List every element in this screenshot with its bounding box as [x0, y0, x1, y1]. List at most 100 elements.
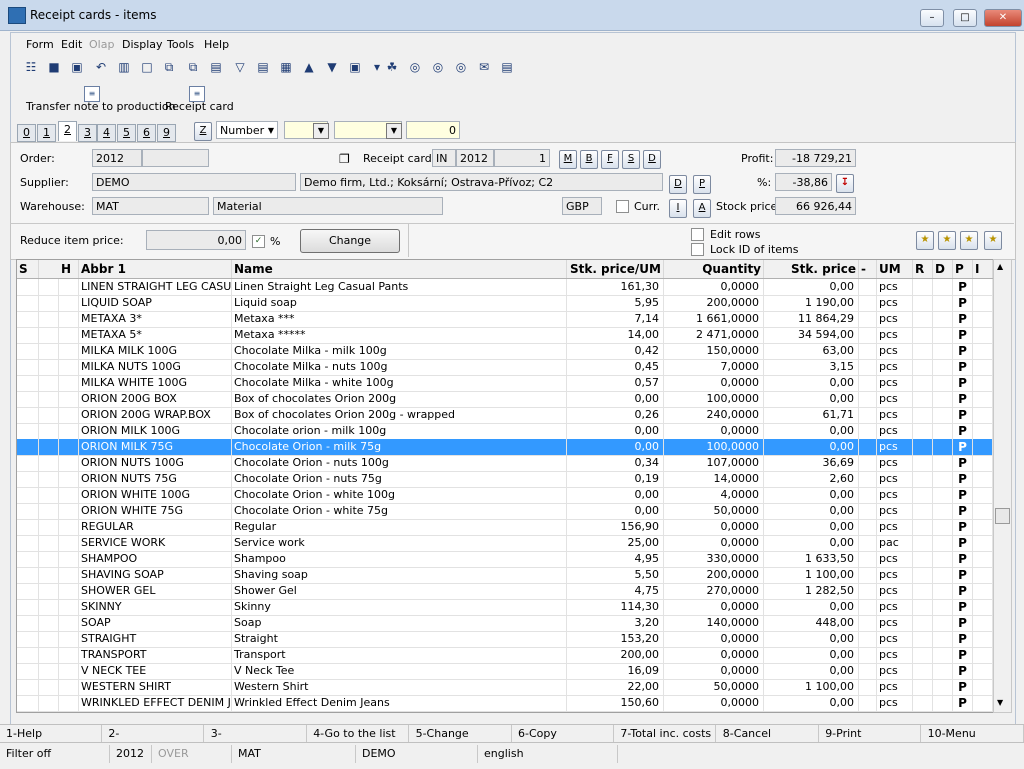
save-icon[interactable]: ■ — [45, 58, 63, 76]
table-row[interactable]: ORION 200G WRAP.BOX Box of chocolates Ori… — [17, 407, 993, 424]
open-folder-icon[interactable]: ▥ — [115, 58, 133, 76]
book-icon[interactable]: ▤ — [207, 58, 225, 76]
receipt-b-button[interactable]: B — [580, 150, 598, 169]
column-header[interactable]: UM — [877, 260, 913, 278]
save-as-icon[interactable]: ▣ — [68, 58, 86, 76]
maximize-button[interactable]: □ — [953, 9, 977, 27]
currency-checkbox[interactable] — [616, 200, 629, 213]
copy-icon[interactable]: ⧉ — [160, 58, 178, 76]
fkey-7[interactable]: 7-Total inc. costs — [614, 725, 717, 743]
column-header[interactable]: I — [973, 260, 993, 278]
table-row[interactable]: ORION MILK 100G Chocolate orion - milk 10… — [17, 423, 993, 440]
column-header[interactable]: - — [859, 260, 877, 278]
scroll-thumb[interactable] — [995, 508, 1010, 524]
star-remove-icon[interactable]: ★ — [960, 231, 978, 250]
order-extra-field[interactable] — [142, 149, 209, 167]
star-add-icon[interactable]: ★ — [938, 231, 956, 250]
tab-3[interactable]: 3 — [78, 124, 97, 142]
change-button[interactable]: Change — [300, 229, 400, 253]
fkey-3[interactable]: 3-Refresh/Restore — [205, 725, 307, 758]
column-header[interactable]: Stk. price/UM — [567, 260, 664, 278]
fkey-2[interactable]: 2- — [102, 725, 205, 743]
arrow-down-icon[interactable]: ↧ — [836, 174, 854, 193]
receipt-type-field[interactable]: IN — [432, 149, 456, 167]
order-field[interactable]: 2012 — [92, 149, 142, 167]
arrow-down-icon[interactable]: ▼ — [323, 58, 341, 76]
table-row[interactable]: ORION NUTS 100G Chocolate Orion - nuts 10… — [17, 455, 993, 472]
table-row[interactable]: SERVICE WORK Service work 25,00 0,0000 0,00 p… — [17, 535, 993, 552]
column-header[interactable]: P — [953, 260, 973, 278]
table-row[interactable]: SHAVING SOAP Shaving soap 5,50 200,0000 1 10… — [17, 567, 993, 584]
tab-0[interactable]: 0 — [17, 124, 36, 142]
scroll-down-icon[interactable]: ▼ — [997, 698, 1003, 707]
column-header[interactable]: Name — [232, 260, 567, 278]
items-grid[interactable]: S H Abbr 1 Name Stk. price/UM Quantity Stk. pr… — [16, 259, 994, 713]
binoculars-icon[interactable]: ◎ — [406, 58, 424, 76]
supplier-partner-button[interactable]: P — [693, 175, 711, 194]
table-row[interactable]: REGULAR Regular 156,90 0,0000 0,00 pcs P — [17, 519, 993, 536]
menu-edit[interactable]: Edit — [61, 38, 82, 51]
scroll-up-icon[interactable]: ▲ — [997, 262, 1003, 271]
table-row[interactable]: MILKA MILK 100G Chocolate Milka - milk 10… — [17, 343, 993, 360]
table-row[interactable]: SHOWER GEL Shower Gel 4,75 270,0000 1 282,50… — [17, 583, 993, 600]
tree-icon[interactable]: ☷ — [22, 58, 40, 76]
column-header[interactable]: S — [17, 260, 39, 278]
menu-display[interactable]: Display — [122, 38, 163, 51]
table-row[interactable]: MILKA WHITE 100G Chocolate Milka - white … — [17, 375, 993, 392]
fkey-1[interactable]: 1-Help — [0, 725, 102, 743]
notepad-icon[interactable]: ▤ — [498, 58, 516, 76]
leaf-icon[interactable]: ☘ — [383, 58, 401, 76]
camera-icon[interactable]: ▣ — [346, 58, 364, 76]
table-row[interactable]: WESTERN SHIRT Western Shirt 22,00 50,0000 1 … — [17, 679, 993, 696]
receipt-year-field[interactable]: 2012 — [456, 149, 494, 167]
column-header[interactable]: D — [933, 260, 953, 278]
vertical-scrollbar[interactable]: ▲ ▼ — [993, 259, 1012, 713]
table-row[interactable]: ORION MILK 75G Chocolate Orion - milk 75g… — [17, 439, 993, 456]
table-row[interactable]: METAXA 5* Metaxa ***** 14,00 2 471,0000 34 5… — [17, 327, 993, 344]
undo-icon[interactable]: ↶ — [92, 58, 110, 76]
table-row[interactable]: LINEN STRAIGHT LEG CASU... Linen Straight… — [17, 279, 993, 296]
table-row[interactable]: SKINNY Skinny 114,30 0,0000 0,00 pcs P — [17, 599, 993, 616]
close-button[interactable]: ✕ — [984, 9, 1022, 27]
filter-icon[interactable]: ▽ — [231, 58, 249, 76]
receipt-s-button[interactable]: S — [622, 150, 640, 169]
column-header[interactable]: Abbr 1 — [79, 260, 232, 278]
receipt-number-field[interactable]: 1 — [494, 149, 550, 167]
arrow-up-icon[interactable]: ▲ — [300, 58, 318, 76]
supplier-code-field[interactable]: DEMO — [92, 173, 296, 191]
star-icon[interactable]: ★ — [916, 231, 934, 250]
column-header[interactable]: H — [59, 260, 79, 278]
table-row[interactable]: LIQUID SOAP Liquid soap 5,95 200,0000 1 190,… — [17, 295, 993, 312]
star-delete-icon[interactable]: ★ — [984, 231, 1002, 250]
table-row[interactable]: V NECK TEE V Neck Tee 16,09 0,0000 0,00 pcs P — [17, 663, 993, 680]
z-button[interactable]: Z — [194, 122, 212, 141]
binoculars-next-icon[interactable]: ◎ — [429, 58, 447, 76]
tab-9[interactable]: 9 — [157, 124, 176, 142]
warehouse-code-field[interactable]: MAT — [92, 197, 209, 215]
reduce-percent-checkbox[interactable]: ✓ — [252, 235, 265, 248]
menu-form[interactable]: Form — [26, 38, 54, 51]
table-row[interactable]: MILKA NUTS 100G Chocolate Milka - nuts 10… — [17, 359, 993, 376]
lock-id-checkbox[interactable] — [691, 243, 704, 256]
reduce-price-field[interactable]: 0,00 — [146, 230, 246, 250]
receipt-m-button[interactable]: M — [559, 150, 577, 169]
menu-help[interactable]: Help — [204, 38, 229, 51]
menu-tools[interactable]: Tools — [167, 38, 194, 51]
tab-5[interactable]: 5 — [117, 124, 136, 142]
transfer-note-button[interactable]: Transfer note to production — [26, 100, 176, 113]
fkey-6[interactable]: 6-Copy — [512, 725, 614, 743]
binoculars-prev-icon[interactable]: ◎ — [452, 58, 470, 76]
column-header[interactable]: Stk. price — [764, 260, 859, 278]
mail-icon[interactable]: ✉ — [475, 58, 493, 76]
table-row[interactable]: ORION 200G BOX Box of chocolates Orion 20… — [17, 391, 993, 408]
tab-4[interactable]: 4 — [97, 124, 116, 142]
fkey-5[interactable]: 5-Change — [410, 725, 512, 743]
fkey-4[interactable]: 4-Go to the list — [307, 725, 410, 743]
table-row[interactable]: METAXA 3* Metaxa *** 7,14 1 661,0000 11 864,… — [17, 311, 993, 328]
tab-6[interactable]: 6 — [137, 124, 156, 142]
tab-2[interactable]: 2 — [58, 121, 77, 141]
table-row[interactable]: TRANSPORT Transport 200,00 0,0000 0,00 pcs P — [17, 647, 993, 664]
new-icon[interactable]: □ — [138, 58, 156, 76]
table-row[interactable]: STRAIGHT Straight 153,20 0,0000 0,00 pcs P — [17, 631, 993, 648]
layers-icon[interactable]: ▦ — [277, 58, 295, 76]
